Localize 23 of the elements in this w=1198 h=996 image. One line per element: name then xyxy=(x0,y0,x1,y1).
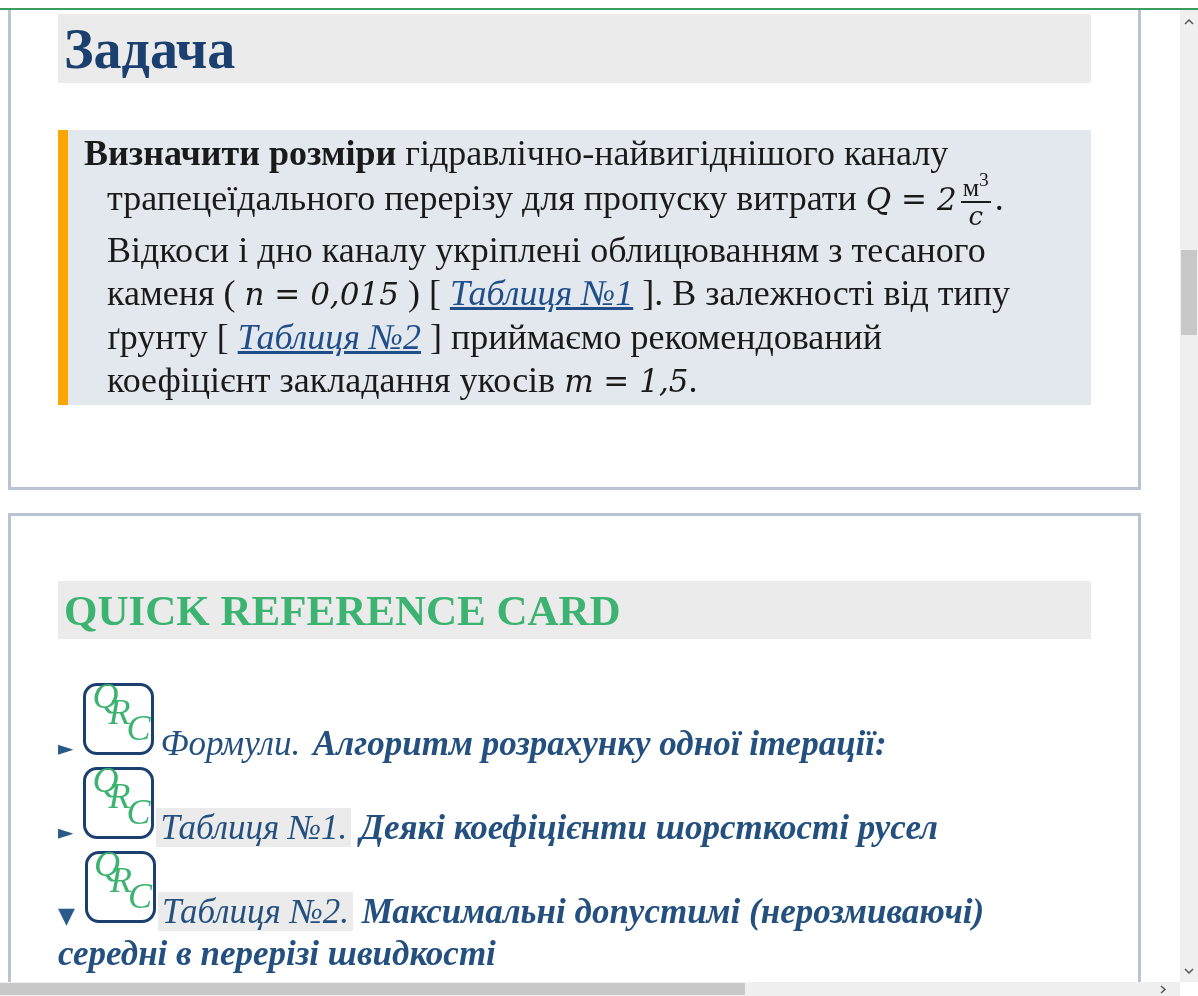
item-label[interactable]: Таблиця №1. xyxy=(156,808,352,847)
scrollbar-thumb[interactable] xyxy=(0,983,745,995)
table-link[interactable]: Таблиця №2 xyxy=(237,317,421,357)
qrc-logo: QRC xyxy=(83,767,155,839)
item-title[interactable]: Максимальні допустимі (нерозмиваючі) xyxy=(361,892,985,931)
qrc-logo: QRC xyxy=(83,683,155,755)
item-label[interactable]: Таблиця №2. xyxy=(157,892,353,931)
scroll-up-icon[interactable] xyxy=(1184,18,1194,25)
item-title[interactable]: середні в перерізі швидкості xyxy=(58,934,496,973)
scroll-down-icon[interactable] xyxy=(1184,968,1194,975)
item-title[interactable]: Алгоритм розрахунку одної ітерації: xyxy=(313,724,887,763)
section-heading: QUICK REFERENCE CARD xyxy=(64,588,621,632)
scrollbar-thumb[interactable] xyxy=(1181,250,1197,335)
table-link[interactable]: Таблиця №1 xyxy=(449,273,634,313)
collapse-toggle[interactable]: ▼ xyxy=(58,903,75,928)
scroll-right-icon[interactable] xyxy=(1160,985,1167,994)
expand-toggle[interactable]: ► xyxy=(58,736,74,760)
vertical-scrollbar[interactable] xyxy=(1180,10,1198,982)
horizontal-scrollbar[interactable] xyxy=(0,982,1180,996)
expand-toggle[interactable]: ► xyxy=(58,820,74,844)
section-heading: Задача xyxy=(64,20,236,77)
item-label[interactable]: Формули. xyxy=(156,724,305,763)
qrc-logo: QRC xyxy=(84,851,156,923)
